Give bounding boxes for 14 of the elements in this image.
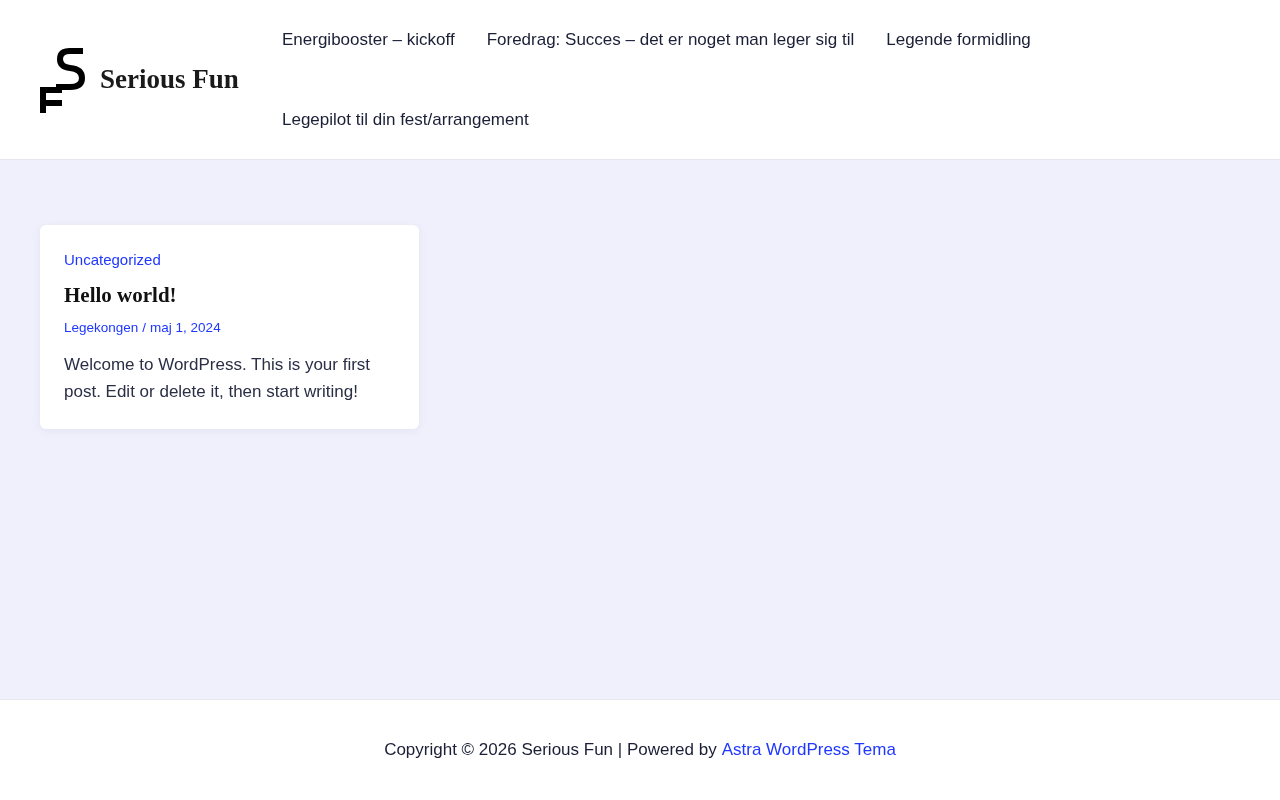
date-link[interactable]: maj 1, 2024	[150, 320, 221, 335]
post-excerpt: Welcome to WordPress. This is your first post. Edit or delete it, then start writing!	[64, 354, 372, 404]
theme-link[interactable]: Astra WordPress Tema	[721, 740, 896, 760]
author-link[interactable]: Legekongen	[64, 320, 139, 335]
copyright-text: Copyright © 2026 Serious Fun | Powered by	[384, 740, 717, 760]
nav-link[interactable]: Foredrag: Succes – det er noget man leger sig til	[470, 0, 871, 80]
nav-link[interactable]: Energibooster – kickoff	[266, 0, 471, 80]
site-title[interactable]: Serious Fun	[100, 64, 239, 95]
post-title[interactable]: Hello world!	[64, 283, 395, 308]
nav-link[interactable]: Legepilot til din fest/arrangement	[266, 80, 545, 160]
logo-icon[interactable]	[40, 46, 86, 113]
nav-link[interactable]: Legende formidling	[870, 0, 1047, 80]
category-link[interactable]: Uncategorized	[64, 251, 161, 268]
meta-separator: /	[142, 320, 147, 335]
